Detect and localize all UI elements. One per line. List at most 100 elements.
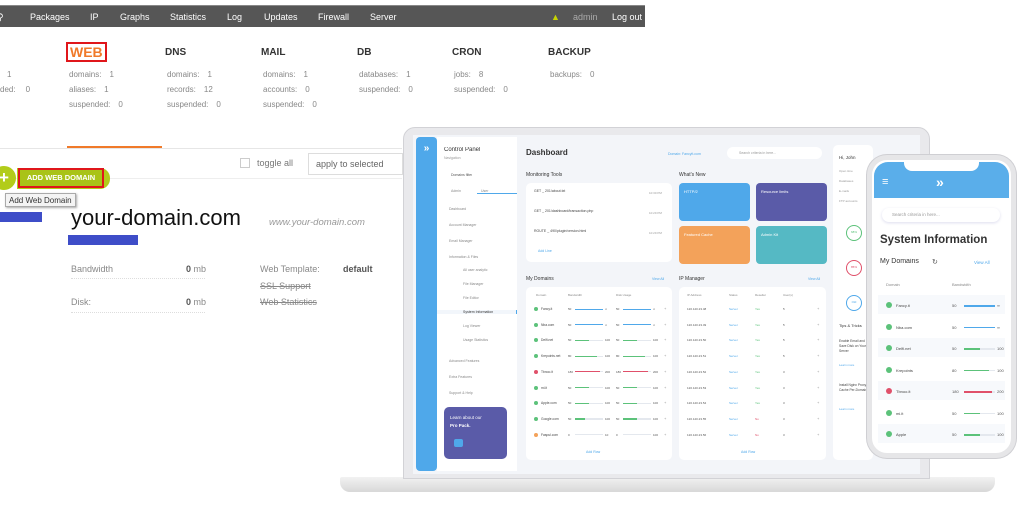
domain-name[interactable]: Tbnoo.it: [896, 389, 910, 394]
menu-item[interactable]: Extra Features: [449, 375, 472, 379]
domain-name[interactable]: Fancy.it: [896, 303, 910, 308]
ip-cell: 3: [783, 369, 785, 374]
expand-icon[interactable]: +: [817, 322, 819, 327]
stat-group-dns[interactable]: DNS: [165, 47, 186, 58]
tab-user[interactable]: User: [477, 189, 517, 194]
expand-icon[interactable]: +: [817, 353, 819, 358]
toggle-all-checkbox[interactable]: [240, 158, 250, 168]
promo-card[interactable]: Learn about our Pro Pack.: [444, 407, 507, 459]
ip-cell: 3: [783, 385, 785, 390]
domain-name[interactable]: Faspul.com: [541, 433, 558, 437]
view-all-link[interactable]: View All: [808, 277, 820, 281]
nav-updates[interactable]: Updates: [264, 12, 298, 22]
user-icon[interactable]: ⚲: [0, 12, 4, 23]
domain-name[interactable]: Apple: [896, 432, 906, 437]
whats-new-card[interactable]: Admin Kit: [756, 226, 827, 264]
menu-item[interactable]: Dashboard: [449, 207, 466, 211]
nav-server[interactable]: Server: [370, 12, 397, 22]
domain-name[interactable]: mi.it: [541, 386, 547, 390]
top-nav-bar: ⚲ Packages IP Graphs Statistics Log Upda…: [0, 5, 645, 27]
arrow-icon[interactable]: [454, 439, 463, 447]
expand-icon[interactable]: +: [817, 306, 819, 311]
expand-icon[interactable]: +: [664, 369, 666, 374]
refresh-icon[interactable]: ↻: [932, 258, 938, 266]
menu-item[interactable]: Account Manager: [449, 223, 476, 227]
add-row-button[interactable]: Add Row: [586, 450, 600, 454]
nav-ip[interactable]: IP: [90, 12, 99, 22]
menu-item[interactable]: Usage Statistics: [463, 338, 488, 342]
expand-icon[interactable]: +: [664, 432, 666, 437]
expand-icon[interactable]: +: [817, 385, 819, 390]
learn-more-link[interactable]: Learn more: [839, 363, 854, 367]
domain-name[interactable]: Krepoints.net: [541, 354, 560, 358]
expand-icon[interactable]: +: [817, 432, 819, 437]
domains-filter[interactable]: Domains filter: [451, 173, 472, 177]
domain-name[interactable]: Delfi.net: [541, 338, 553, 342]
stat-group-backup[interactable]: BACKUP: [548, 47, 591, 58]
add-row-button[interactable]: Add Row: [741, 450, 755, 454]
expand-icon[interactable]: +: [817, 337, 819, 342]
expand-icon[interactable]: +: [664, 306, 666, 311]
whats-new-card[interactable]: Resource limits: [756, 183, 827, 221]
menu-item[interactable]: Log Viewer: [463, 324, 480, 328]
nav-statistics[interactable]: Statistics: [170, 12, 206, 22]
stat-group-db[interactable]: DB: [357, 47, 371, 58]
menu-item[interactable]: Information & Files: [449, 255, 478, 259]
view-all-link[interactable]: View All: [652, 277, 664, 281]
whats-new-card[interactable]: HTTP/2: [679, 183, 750, 221]
expand-icon[interactable]: +: [817, 369, 819, 374]
learn-more-link[interactable]: Learn more: [839, 407, 854, 411]
domain-name[interactable]: Apple.com: [541, 401, 557, 405]
expand-icon[interactable]: +: [664, 416, 666, 421]
phone-search[interactable]: Search criteria in here...: [882, 208, 1000, 222]
menu-icon[interactable]: ≡: [882, 176, 888, 188]
add-line-button[interactable]: Add Line: [538, 249, 552, 253]
menu-item[interactable]: Support & Help: [449, 391, 473, 395]
stat-group-cron[interactable]: CRON: [452, 47, 481, 58]
domain-name[interactable]: Fancy.it: [541, 307, 552, 311]
domain-select[interactable]: Domain: Fancyit.com: [668, 152, 701, 156]
stat-group-mail[interactable]: MAIL: [261, 47, 285, 58]
expand-icon[interactable]: +: [664, 385, 666, 390]
menu-item[interactable]: Email Manager: [449, 239, 473, 243]
usage-max: 200: [653, 369, 659, 374]
whats-new-card[interactable]: Featured Cache: [679, 226, 750, 264]
bell-icon[interactable]: ▲: [551, 12, 560, 22]
expand-icon[interactable]: +: [664, 400, 666, 405]
ip-cell: 5: [783, 322, 785, 327]
nav-graphs[interactable]: Graphs: [120, 12, 150, 22]
domain-name[interactable]: Krepoints: [896, 368, 913, 373]
menu-item[interactable]: Advanced Features: [449, 359, 479, 363]
menu-item[interactable]: System Information: [437, 310, 517, 314]
nav-log[interactable]: Log: [227, 12, 242, 22]
usage-value: 180: [568, 369, 574, 374]
nav-packages[interactable]: Packages: [30, 12, 70, 22]
add-web-domain-button[interactable]: ADD WEB DOMAIN: [18, 168, 104, 188]
stat-label: domains:: [263, 70, 296, 79]
user-link[interactable]: admin: [573, 12, 598, 22]
expand-icon[interactable]: +: [664, 337, 666, 342]
expand-icon[interactable]: +: [817, 400, 819, 405]
domain-name[interactable]: Google.com: [541, 417, 559, 421]
menu-item[interactable]: All user analytic: [463, 268, 488, 272]
domain-name[interactable]: Delfi.net: [896, 346, 911, 351]
logout-link[interactable]: Log out: [612, 12, 642, 22]
domain-name[interactable]: Nba.com: [541, 323, 554, 327]
usage-value: 50: [616, 338, 620, 343]
laptop-search[interactable]: Search criteria in here...: [727, 147, 822, 159]
expand-icon[interactable]: +: [664, 322, 666, 327]
nav-firewall[interactable]: Firewall: [318, 12, 349, 22]
view-all-link[interactable]: View All: [974, 260, 990, 265]
domain-name[interactable]: your-domain.com: [71, 205, 241, 231]
domain-name[interactable]: Nba.com: [896, 325, 912, 330]
domain-name[interactable]: Tbnoo.it: [541, 370, 553, 374]
expand-icon[interactable]: +: [664, 353, 666, 358]
menu-item[interactable]: File Manager: [463, 282, 483, 286]
plus-icon[interactable]: +: [0, 166, 16, 190]
apply-to-selected-select[interactable]: apply to selected: [308, 153, 403, 175]
tab-admin[interactable]: Admin: [451, 189, 461, 193]
stat-group-web[interactable]: WEB: [66, 42, 107, 62]
menu-item[interactable]: File Editor: [463, 296, 479, 300]
expand-icon[interactable]: +: [817, 416, 819, 421]
domain-name[interactable]: mi.it: [896, 411, 903, 416]
